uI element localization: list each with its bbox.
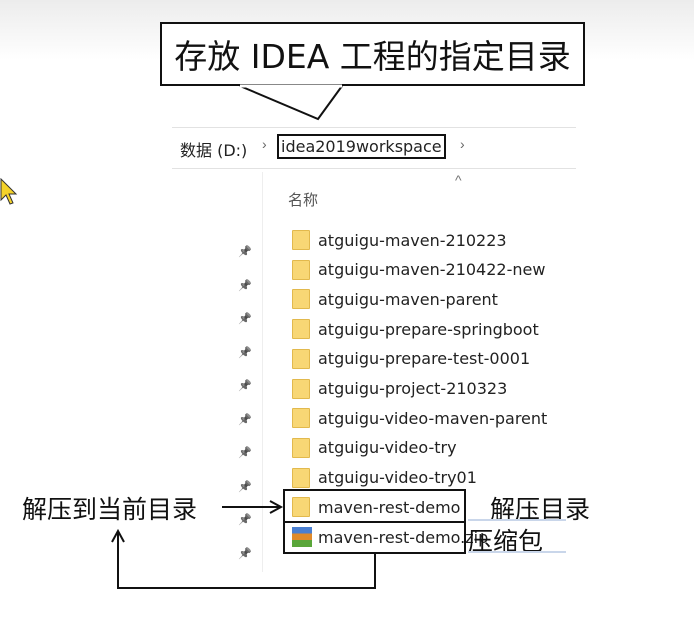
extract-here-label: 解压到当前目录 — [22, 495, 198, 524]
annotation-lines — [111, 84, 466, 589]
highlight-line — [468, 551, 566, 553]
highlight-line — [468, 519, 566, 521]
